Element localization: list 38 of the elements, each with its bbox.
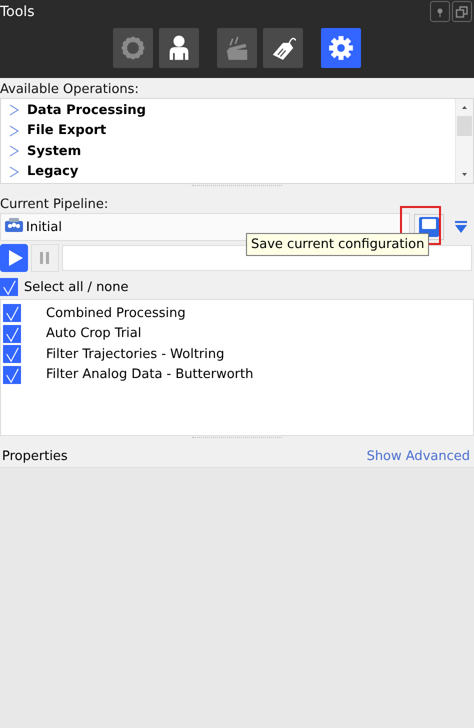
floppy-icon — [418, 216, 440, 238]
filter-arrow-icon — [454, 220, 468, 234]
restore-icon — [455, 4, 469, 18]
play-icon — [8, 250, 22, 266]
checkbox[interactable] — [3, 324, 21, 343]
play-button[interactable] — [0, 244, 28, 272]
tree-item[interactable]: Data Processing — [27, 102, 146, 118]
restore-button[interactable] — [452, 1, 472, 22]
window-title: Tools — [0, 3, 34, 20]
checkbox[interactable] — [0, 278, 18, 296]
pin-button[interactable] — [430, 1, 450, 22]
show-advanced-link[interactable]: Show Advanced — [366, 448, 470, 464]
pause-icon — [40, 252, 50, 264]
checkbox-label: Select all / none — [24, 280, 129, 294]
chevron-icon[interactable] — [9, 166, 19, 178]
chevron-icon[interactable] — [9, 145, 19, 158]
chevron-icon[interactable] — [9, 104, 19, 116]
checkbox[interactable] — [3, 345, 21, 364]
step-label[interactable]: Filter Trajectories - Woltring — [46, 346, 224, 362]
tree-item[interactable]: System — [27, 144, 82, 159]
toolbar-button[interactable] — [263, 28, 303, 68]
scrollbar[interactable] — [455, 99, 473, 183]
step-label[interactable]: Combined Processing — [46, 306, 186, 321]
checkbox[interactable] — [3, 366, 21, 384]
toolbar-button[interactable] — [321, 28, 361, 68]
tree-item[interactable]: File Export — [27, 123, 106, 138]
section-label: Available Operations: — [0, 81, 140, 98]
toolbar-button[interactable] — [159, 28, 199, 68]
checkbox[interactable] — [3, 304, 21, 322]
section-label: Current Pipeline: — [0, 196, 110, 213]
pipeline-name: Initial — [26, 220, 62, 234]
step-label[interactable]: Filter Analog Data - Butterworth — [46, 367, 254, 382]
step-label[interactable]: Auto Crop Trial — [46, 326, 142, 342]
tree-item[interactable]: Legacy — [27, 164, 78, 180]
scroll-thumb[interactable] — [457, 116, 472, 136]
chevron-icon[interactable] — [9, 124, 19, 137]
tooltip: Save current configuration — [246, 233, 430, 256]
section-label: Properties — [2, 448, 68, 464]
